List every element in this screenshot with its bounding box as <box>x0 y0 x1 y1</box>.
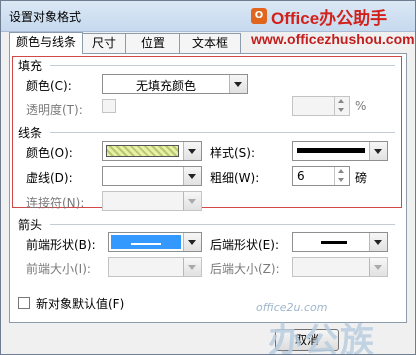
transparency-label: 透明度(T): <box>26 103 83 117</box>
transparency-unit: % <box>355 99 367 113</box>
dash-dropdown[interactable] <box>102 166 202 186</box>
tab-textbox[interactable]: 文本框 <box>179 33 241 53</box>
brand-name: Office办公助手 <box>271 8 388 28</box>
chevron-down-icon[interactable] <box>369 142 387 160</box>
office-logo-icon: O <box>251 8 267 24</box>
chevron-down-icon[interactable] <box>369 258 387 276</box>
tab-colors-lines[interactable]: 颜色与线条 <box>9 32 83 54</box>
fill-color-dropdown[interactable]: 无填充颜色 <box>102 74 248 94</box>
transparency-slider-left[interactable] <box>102 99 116 113</box>
pattern-swatch <box>106 145 179 157</box>
weight-value: 6 <box>297 169 305 183</box>
tab-size[interactable]: 尺寸 <box>81 33 127 53</box>
default-checkbox[interactable] <box>18 297 30 309</box>
end-style-dropdown[interactable] <box>292 232 388 252</box>
spin-buttons-icon[interactable] <box>334 167 349 185</box>
chevron-down-icon[interactable] <box>183 192 201 210</box>
connector-label: 连接符(N): <box>26 196 85 210</box>
arrows-divider <box>50 224 395 225</box>
line-color-dropdown[interactable] <box>102 141 202 161</box>
chevron-down-icon[interactable] <box>183 258 201 276</box>
line-section-label: 线条 <box>18 126 43 140</box>
fill-color-value: 无填充颜色 <box>135 79 196 93</box>
chevron-down-icon[interactable] <box>369 233 387 251</box>
spin-buttons-icon[interactable] <box>334 97 349 115</box>
line-divider <box>50 132 395 133</box>
fill-color-label: 颜色(C): <box>26 79 72 93</box>
end-style-label: 后端形状(E): <box>210 238 279 252</box>
watermark-text: 办公族 <box>268 321 376 355</box>
line-style-dropdown[interactable] <box>292 141 388 161</box>
chevron-down-icon[interactable] <box>183 142 201 160</box>
begin-style-dropdown[interactable] <box>108 232 202 252</box>
connector-dropdown[interactable] <box>102 191 202 211</box>
begin-style-label: 前端形状(B): <box>26 238 96 252</box>
begin-size-label: 前端大小(I): <box>26 262 91 276</box>
default-checkbox-label: 新对象默认值(F) <box>36 297 125 311</box>
fill-section-label: 填充 <box>18 59 43 73</box>
weight-label: 粗细(W): <box>210 171 260 185</box>
window-title: 设置对象格式 <box>9 10 82 24</box>
end-size-dropdown[interactable] <box>292 257 388 277</box>
begin-size-dropdown[interactable] <box>108 257 202 277</box>
dash-label: 虚线(D): <box>26 171 73 185</box>
tab-panel: 填充 颜色(C): 无填充颜色 透明度(T): % 线条 颜色(O): 样式(S… <box>9 53 407 323</box>
format-object-dialog: 设置对象格式 O Office办公助手 www.officezhushou.co… <box>0 0 416 355</box>
begin-style-selected <box>111 235 181 249</box>
chevron-down-icon[interactable] <box>183 233 201 251</box>
watermark: office2u.com 办公族 <box>256 301 406 355</box>
transparency-stepper[interactable] <box>292 96 350 116</box>
end-size-label: 后端大小(Z): <box>210 262 280 276</box>
end-style-preview <box>321 241 347 244</box>
weight-stepper[interactable]: 6 <box>292 166 350 186</box>
line-color-label: 颜色(O): <box>26 146 73 160</box>
tab-position[interactable]: 位置 <box>125 33 181 53</box>
line-style-label: 样式(S): <box>210 146 256 160</box>
chevron-down-icon[interactable] <box>183 167 201 185</box>
line-style-preview <box>297 148 365 153</box>
weight-unit: 磅 <box>355 171 368 185</box>
chevron-down-icon[interactable] <box>229 75 247 93</box>
brand-logo: O Office办公助手 <box>251 1 411 31</box>
brand-url: www.officezhushou.com <box>251 31 415 47</box>
arrows-section-label: 箭头 <box>18 218 43 232</box>
title-bar[interactable]: 设置对象格式 O Office办公助手 <box>1 1 415 32</box>
fill-divider <box>50 65 395 66</box>
